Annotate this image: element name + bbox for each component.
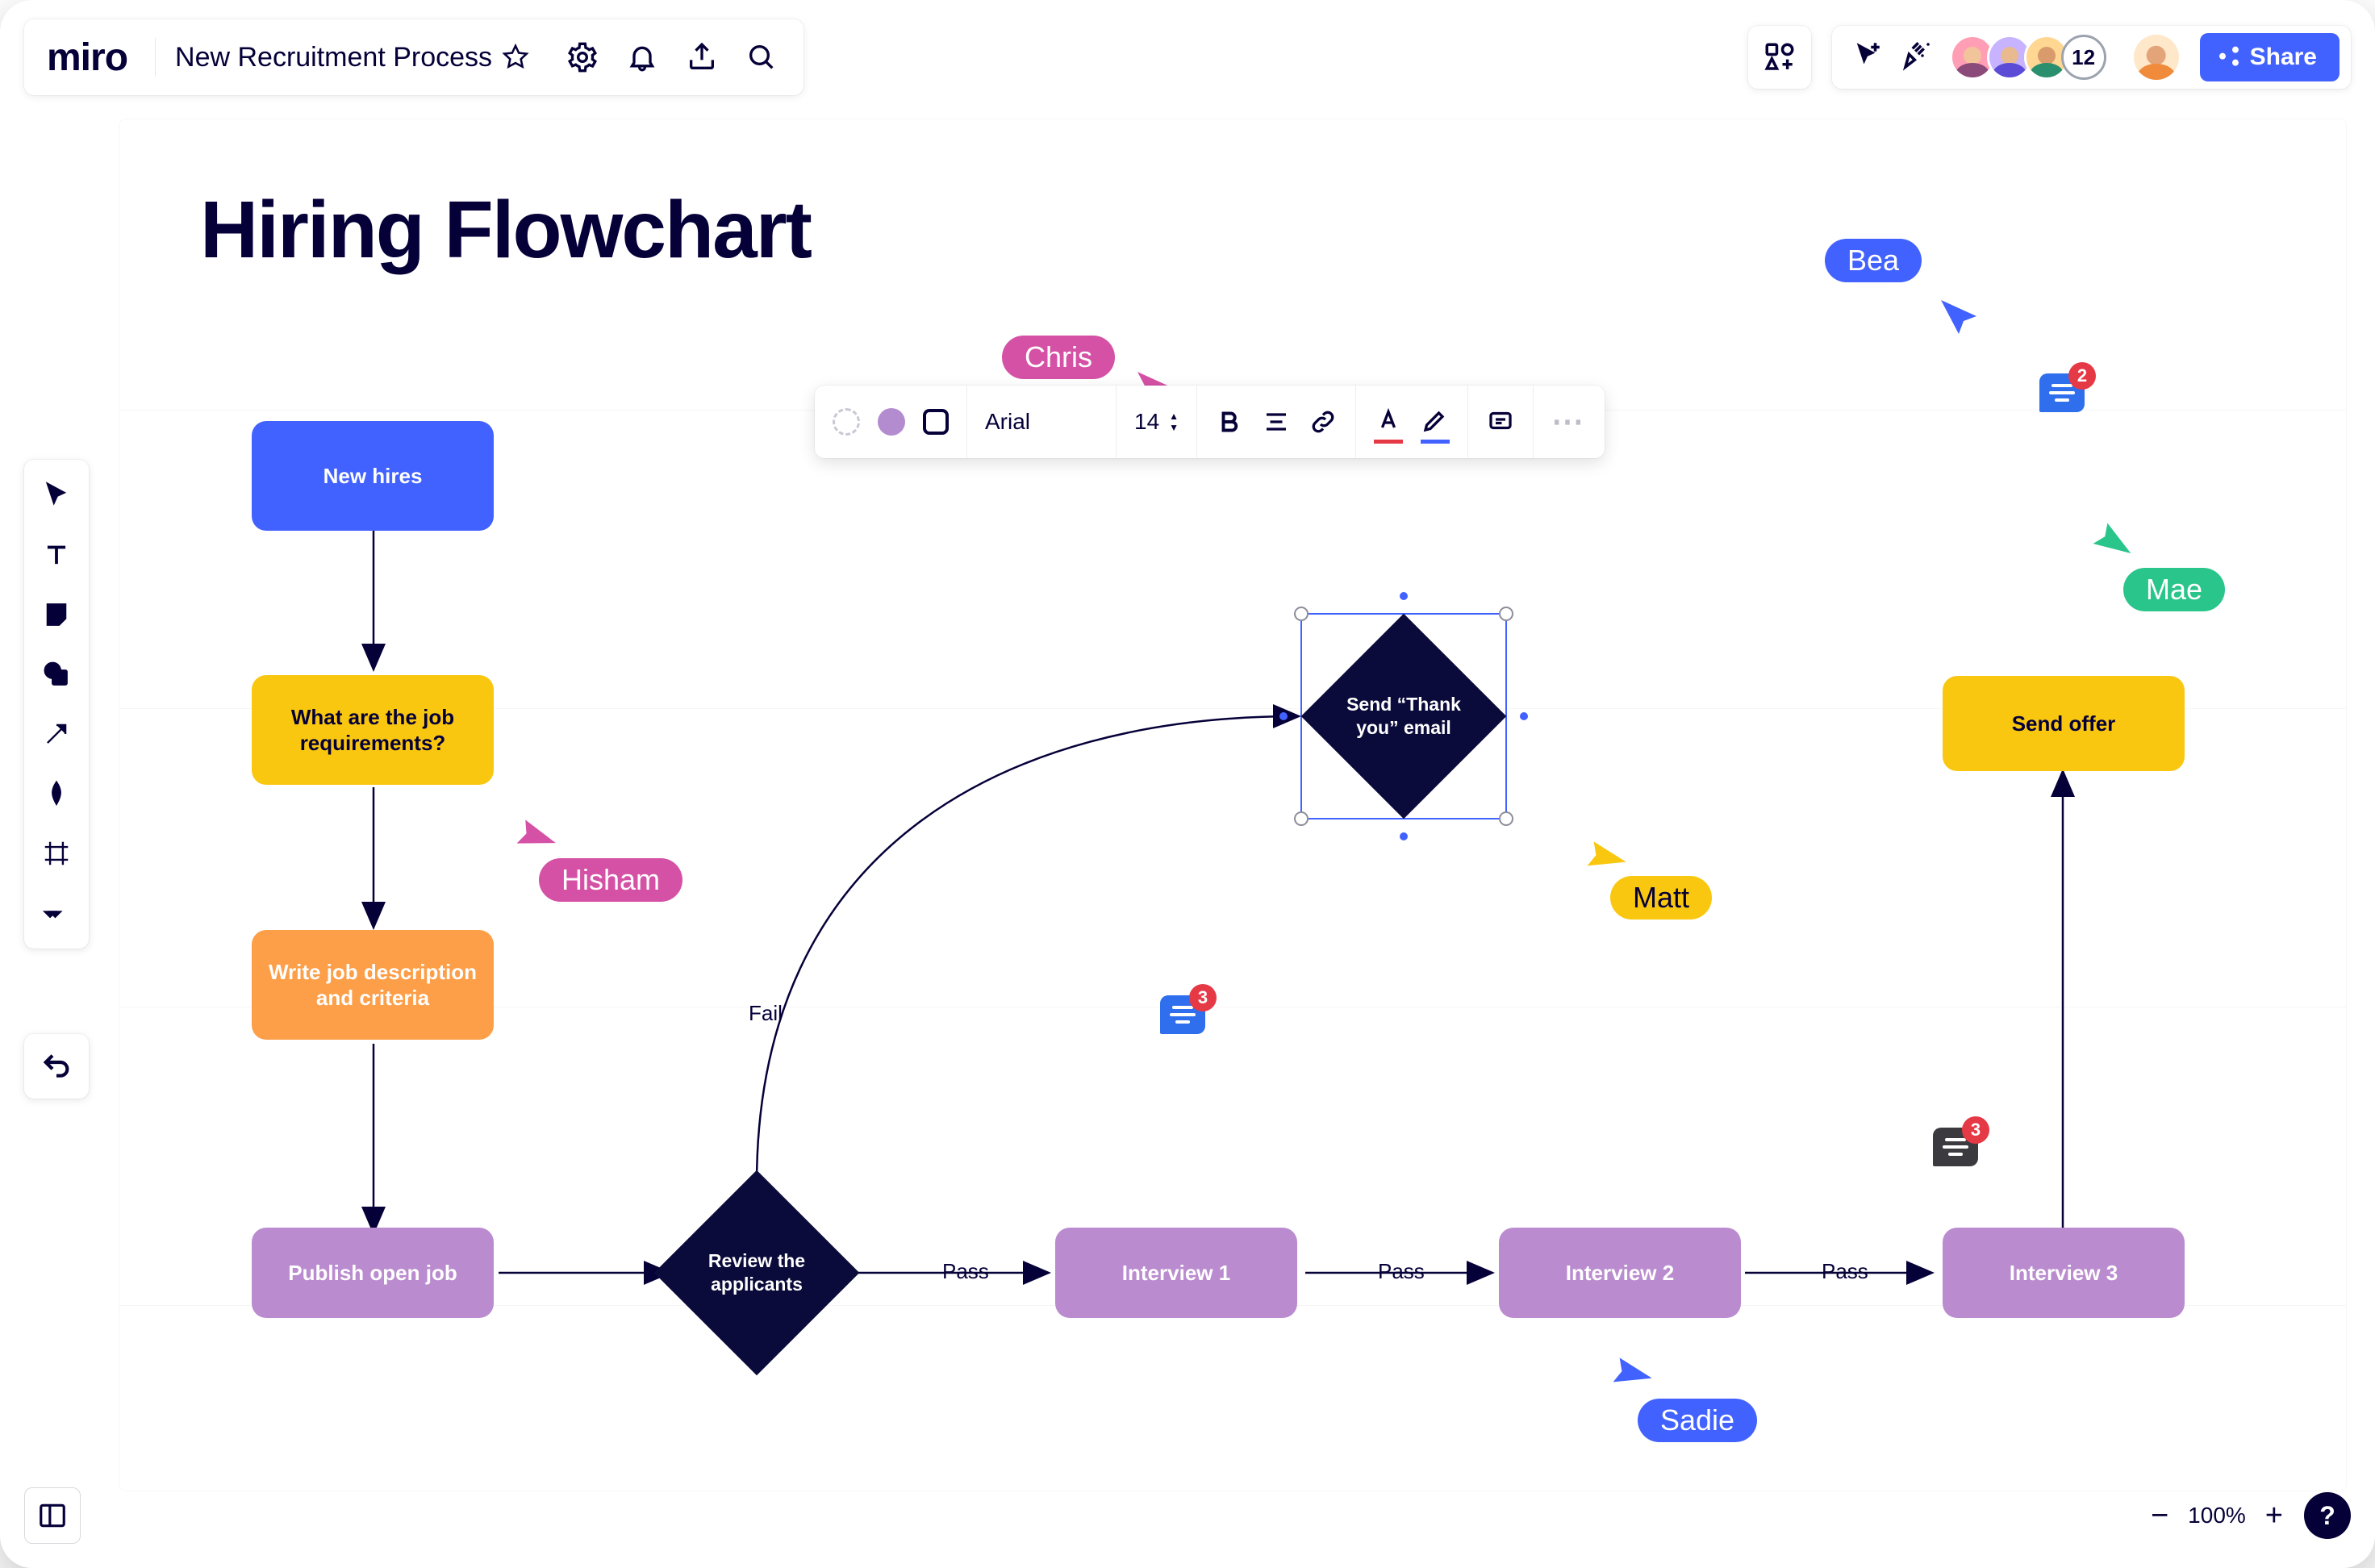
node-send-offer[interactable]: Send offer — [1943, 676, 2185, 771]
shape-type-button[interactable] — [923, 409, 949, 435]
avatar-overflow-count[interactable]: 12 — [2061, 35, 2106, 80]
node-label: Review the applicants — [692, 1249, 821, 1296]
cursor-mae: Mae — [2123, 568, 2225, 611]
cursor-icon — [507, 808, 560, 861]
node-publish[interactable]: Publish open job — [252, 1228, 494, 1318]
reactions-button[interactable] — [1900, 39, 1934, 77]
top-right-group: 12 Share — [1748, 26, 2351, 89]
zoom-in-button[interactable]: + — [2265, 1500, 2283, 1531]
cursor-icon — [2088, 516, 2135, 563]
arrow-tool[interactable] — [32, 710, 81, 758]
top-bar: miro New Recruitment Process — [24, 19, 2351, 95]
zoom-controls: − 100% + ? — [2151, 1487, 2351, 1544]
node-label: What are the job requirements? — [266, 704, 479, 757]
node-label: Send offer — [2012, 711, 2116, 737]
node-thank-you[interactable]: Send “Thank you” email — [1301, 614, 1507, 819]
board-canvas[interactable]: Hiring Flowchart New hires What are the — [119, 119, 2346, 1491]
settings-button[interactable] — [560, 35, 605, 80]
board-name[interactable]: New Recruitment Process — [175, 42, 492, 73]
select-tool[interactable] — [32, 471, 81, 519]
comment-bubble-resolved[interactable]: 3 — [1933, 1128, 1978, 1166]
highlight-button[interactable] — [1421, 406, 1450, 439]
node-label: New hires — [323, 463, 423, 490]
zoom-out-button[interactable]: − — [2151, 1500, 2168, 1531]
node-review-decision[interactable]: Review the applicants — [654, 1170, 860, 1376]
divider — [155, 38, 156, 77]
node-label: Interview 1 — [1122, 1260, 1230, 1287]
share-button[interactable]: Share — [2200, 33, 2340, 81]
comment-bubble[interactable]: 3 — [1160, 995, 1205, 1034]
top-left-group: miro New Recruitment Process — [24, 19, 803, 95]
text-color-button[interactable] — [1374, 406, 1403, 439]
cursor-bea: Bea — [1825, 239, 1922, 282]
node-write-description[interactable]: Write job description and criteria — [252, 930, 494, 1040]
left-toolbar — [24, 460, 89, 949]
cursor-chris: Chris — [1002, 336, 1115, 379]
font-size-value: 14 — [1134, 409, 1159, 435]
shape-tool[interactable] — [32, 650, 81, 699]
node-label: Interview 2 — [1566, 1260, 1674, 1287]
avatar[interactable] — [2024, 35, 2069, 80]
pen-tool[interactable] — [32, 769, 81, 818]
diagram-title[interactable]: Hiring Flowchart — [200, 184, 811, 277]
comment-badge: 2 — [2068, 362, 2096, 390]
pointer-mode-button[interactable] — [1850, 39, 1884, 77]
cursor-matt: Matt — [1610, 876, 1712, 920]
comment-button[interactable] — [1486, 407, 1515, 436]
node-label: Publish open job — [288, 1260, 457, 1287]
bold-button[interactable] — [1215, 407, 1244, 436]
zoom-level[interactable]: 100% — [2188, 1503, 2246, 1528]
current-user-avatar[interactable] — [2134, 35, 2179, 80]
help-button[interactable]: ? — [2304, 1492, 2351, 1539]
edge-label-fail: Fail — [749, 1001, 783, 1026]
comment-bubble[interactable]: 2 — [2039, 373, 2085, 412]
cursor-icon — [1601, 1345, 1656, 1399]
cursor-hisham: Hisham — [539, 858, 682, 902]
align-button[interactable] — [1262, 407, 1291, 436]
more-tools[interactable] — [32, 889, 81, 937]
collaborator-avatars[interactable]: 12 — [1950, 35, 2106, 80]
undo-button[interactable] — [24, 1034, 89, 1099]
avatar[interactable] — [1950, 35, 1995, 80]
edge-label-pass2: Pass — [1378, 1259, 1425, 1284]
node-new-hires[interactable]: New hires — [252, 421, 494, 531]
share-label: Share — [2250, 44, 2317, 71]
frames-panel-button[interactable] — [24, 1487, 81, 1544]
node-label: Interview 3 — [2010, 1260, 2118, 1287]
notifications-button[interactable] — [620, 35, 665, 80]
node-label: Write job description and criteria — [266, 959, 479, 1011]
fill-color-button[interactable] — [878, 408, 905, 436]
search-button[interactable] — [739, 35, 784, 80]
more-options-button[interactable]: ⋯ — [1551, 403, 1587, 440]
node-requirements[interactable]: What are the job requirements? — [252, 675, 494, 785]
cursor-icon — [1938, 297, 1978, 337]
shape-edit-toolbar[interactable]: Arial 14 ▲▼ ⋯ — [815, 386, 1605, 458]
sticky-tool[interactable] — [32, 590, 81, 639]
export-button[interactable] — [679, 35, 724, 80]
node-label: Send “Thank you” email — [1339, 693, 1468, 740]
border-style-button[interactable] — [833, 408, 860, 436]
collab-toolbar: 12 Share — [1832, 26, 2351, 89]
text-tool[interactable] — [32, 531, 81, 579]
node-interview1[interactable]: Interview 1 — [1055, 1228, 1297, 1318]
font-size-stepper[interactable]: 14 ▲▼ — [1134, 409, 1179, 435]
link-button[interactable] — [1309, 407, 1338, 436]
comment-badge: 3 — [1962, 1116, 1989, 1144]
edge-label-pass3: Pass — [1822, 1259, 1868, 1284]
cursor-icon — [1576, 828, 1630, 883]
apps-button[interactable] — [1748, 26, 1811, 89]
app-logo[interactable]: miro — [47, 35, 152, 80]
node-interview3[interactable]: Interview 3 — [1943, 1228, 2185, 1318]
node-interview2[interactable]: Interview 2 — [1499, 1228, 1741, 1318]
comment-badge: 3 — [1189, 984, 1217, 1011]
font-family-select[interactable]: Arial — [985, 409, 1098, 435]
frame-tool[interactable] — [32, 829, 81, 878]
avatar[interactable] — [1987, 35, 2032, 80]
cursor-sadie: Sadie — [1638, 1399, 1757, 1442]
edge-label-pass1: Pass — [942, 1259, 989, 1284]
star-icon[interactable] — [502, 44, 529, 71]
